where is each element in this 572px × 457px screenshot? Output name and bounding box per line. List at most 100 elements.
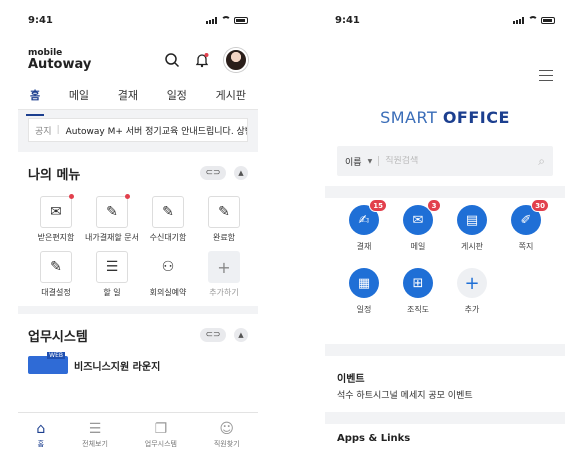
menu-item-inbox[interactable]: ✉ 받은편지함 (28, 194, 84, 243)
inbox-edit-icon: ✎ (162, 204, 174, 220)
main-tabs: 홈 메일 결재 일정 게시판 (18, 80, 258, 116)
app-grid: ✍ 15 결재 ✉ 3 메일 ▤ 게시판 ✐ 30 쪽지 ▦ 일정 ⊞ 조직도 + 추… (337, 199, 553, 315)
notice-divider: | (56, 125, 60, 135)
nav-label: 직원찾기 (213, 439, 240, 448)
app-logo: mobile Autoway (28, 49, 91, 72)
app-calendar[interactable]: ▦ 일정 (337, 268, 391, 315)
app-label: 게시판 (460, 242, 484, 251)
menu-item-label: 대결설정 (41, 288, 71, 297)
approve-doc-icon: ✎ (106, 204, 118, 220)
approval-icon: ✍ (358, 212, 370, 228)
menu-item-label: 받은편지함 (37, 233, 75, 242)
tab-schedule[interactable]: 일정 (167, 81, 187, 109)
smart-office-logo: SMART OFFICE (325, 108, 565, 127)
notice-banner[interactable]: 공지 | Autoway M+ 서버 정기교육 안내드립니다. 상반 (28, 118, 248, 142)
edit-toggle-icon[interactable]: ⊂⊃ (200, 166, 226, 180)
nav-business[interactable]: ❐ 업무시스템 (145, 422, 177, 449)
list-icon: ☰ (88, 420, 102, 437)
nav-home[interactable]: ⌂ 홈 (36, 422, 45, 449)
chevron-up-icon[interactable]: ▲ (234, 166, 248, 180)
app-label: 추가 (464, 305, 480, 314)
my-menu-grid: ✉ 받은편지함 ✎ 내가결재할 문서 ✎ 수신대기함 ✎ 완료함 ✎ 대결설정 … (28, 194, 248, 298)
edit-toggle-icon[interactable]: ⊂⊃ (200, 328, 226, 342)
nav-find-staff[interactable]: ☺ 직원찾기 (214, 422, 240, 449)
app-board[interactable]: ▤ 게시판 (445, 205, 499, 252)
tab-home[interactable]: 홈 (25, 81, 45, 116)
menu-item-completed[interactable]: ✎ 완료함 (196, 196, 252, 243)
new-dot (125, 194, 130, 199)
menu-item-label: 할 일 (103, 288, 121, 297)
search-input[interactable] (385, 156, 539, 166)
app-approval[interactable]: ✍ 15 결재 (337, 199, 391, 252)
right-phone-screen: 9:41 SMART OFFICE 이름 ▼ ⌕ ✍15 결재 ✉3 메일 ▤ … (325, 0, 565, 457)
search-icon[interactable]: ⌕ (538, 154, 545, 169)
menu-item-meeting-room[interactable]: ⚇ 회의실예약 (140, 251, 196, 298)
business-system-title: 업무시스템 (28, 329, 88, 345)
menu-item-label: 회의실예약 (149, 288, 187, 297)
hamburger-menu-icon[interactable] (539, 70, 553, 85)
tab-mail[interactable]: 메일 (69, 81, 89, 109)
status-icons (513, 16, 555, 24)
menu-item-todo[interactable]: ☰ 할 일 (84, 251, 140, 298)
app-label: 메일 (410, 242, 426, 251)
nav-label: 전체보기 (82, 439, 108, 448)
apps-links-title: Apps & Links (337, 433, 411, 444)
nav-label: 업무시스템 (144, 439, 177, 448)
business-item-title: 비즈니스지원 라운지 (74, 361, 161, 373)
brand-part2: OFFICE (442, 108, 510, 127)
app-label: 일정 (356, 305, 372, 314)
my-menu-title: 나의 메뉴 (28, 167, 81, 183)
nav-view-all[interactable]: ☰ 전체보기 (82, 422, 108, 449)
app-add[interactable]: + 추가 (445, 268, 499, 315)
menu-item-add[interactable]: + 추가하기 (196, 251, 252, 298)
my-menu-section: 나의 메뉴 ⊂⊃ ▲ ✉ 받은편지함 ✎ 내가결재할 문서 ✎ 수신대기함 ✎ … (18, 152, 258, 306)
menu-item-my-approval[interactable]: ✎ 내가결재할 문서 (84, 194, 140, 243)
windows-icon: ❐ (154, 420, 168, 437)
event-link[interactable]: 석수 하트시그널 메세지 공모 이벤트 (337, 388, 473, 401)
count-badge: 15 (369, 199, 387, 212)
avatar[interactable] (224, 48, 248, 72)
people-icon: ☺ (219, 420, 234, 437)
todo-list-icon: ☰ (105, 259, 119, 275)
board-icon: ▤ (465, 212, 479, 228)
app-org-chart[interactable]: ⊞ 조직도 (391, 268, 445, 315)
note-icon: ✐ (520, 212, 532, 228)
business-item[interactable]: WEB 비즈니스지원 라운지 (28, 352, 248, 374)
chevron-up-icon[interactable]: ▲ (234, 328, 248, 342)
web-badge: WEB (47, 352, 65, 359)
menu-item-label: 추가하기 (209, 288, 239, 297)
status-icons (206, 16, 248, 24)
staff-search-bar: 이름 ▼ ⌕ (337, 146, 553, 176)
bell-icon[interactable] (194, 52, 210, 68)
mail-icon: ✉ (50, 204, 62, 220)
mail-icon: ✉ (412, 212, 424, 228)
tab-approval[interactable]: 결재 (118, 81, 138, 109)
status-bar: 9:41 (325, 0, 565, 40)
chevron-down-icon[interactable]: ▼ (368, 158, 373, 165)
menu-item-label: 완료함 (212, 233, 236, 242)
status-bar: 9:41 (18, 0, 258, 40)
signal-icon (206, 16, 218, 24)
app-label: 결재 (356, 242, 372, 251)
app-mail[interactable]: ✉ 3 메일 (391, 199, 445, 252)
app-label: 쪽지 (518, 242, 534, 251)
new-dot (69, 194, 74, 199)
business-system-section: 업무시스템 ⊂⊃ ▲ WEB 비즈니스지원 라운지 (18, 314, 258, 374)
delegate-icon: ✎ (50, 259, 62, 275)
search-icon[interactable] (164, 52, 180, 68)
search-scope-select[interactable]: 이름 (345, 155, 362, 168)
meeting-room-icon: ⚇ (161, 259, 175, 275)
battery-icon (234, 16, 248, 24)
menu-item-delegate[interactable]: ✎ 대결설정 (28, 251, 84, 298)
org-chart-icon: ⊞ (412, 275, 424, 291)
nav-label: 홈 (37, 439, 45, 448)
menu-item-receive-wait[interactable]: ✎ 수신대기함 (140, 196, 196, 243)
divider-strip (325, 344, 565, 356)
app-header: mobile Autoway (18, 40, 258, 80)
wifi-icon (221, 16, 231, 24)
event-title: 이벤트 (337, 374, 365, 385)
app-note[interactable]: ✐ 30 쪽지 (499, 199, 553, 252)
status-time: 9:41 (28, 14, 53, 26)
count-badge: 3 (427, 199, 441, 212)
tab-board[interactable]: 게시판 (216, 81, 246, 109)
